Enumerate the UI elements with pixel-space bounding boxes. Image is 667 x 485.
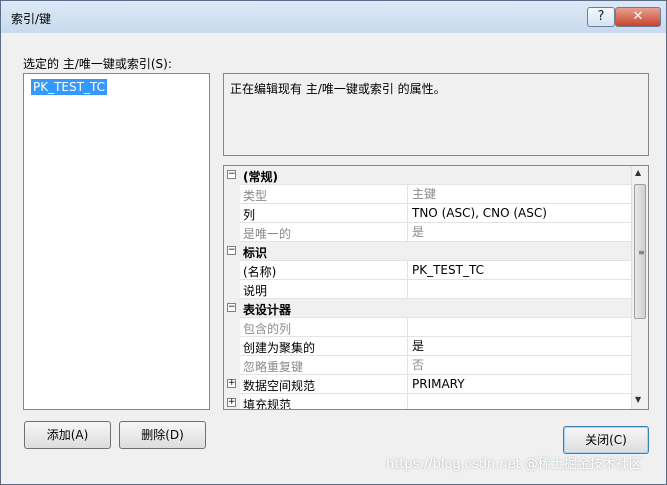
selected-keys-label: 选定的 主/唯一键或索引(S): xyxy=(23,57,172,71)
grid-gutter xyxy=(224,280,240,299)
key-list[interactable]: PK_TEST_TC xyxy=(23,73,210,410)
grid-property-row[interactable]: 是唯一的 是 xyxy=(224,223,631,242)
grid-property-value[interactable]: TNO (ASC), CNO (ASC) xyxy=(407,204,627,223)
grid-gutter xyxy=(224,337,240,356)
collapse-icon[interactable]: − xyxy=(227,303,236,312)
grid-property-name: 创建为聚集的 xyxy=(243,341,316,355)
window-title: 索引/键 xyxy=(11,12,52,26)
grid-property-row[interactable]: 忽略重复键 否 xyxy=(224,356,631,375)
grid-category-row[interactable]: − 标识 xyxy=(224,242,631,261)
grid-property-row[interactable]: (名称) PK_TEST_TC xyxy=(224,261,631,280)
description-text: 正在编辑现有 主/唯一键或索引 的属性。 xyxy=(230,82,446,96)
title-bar: 索引/键 ? ✕ xyxy=(1,1,666,33)
add-button[interactable]: 添加(A) xyxy=(24,421,111,449)
grid-property-name: 类型 xyxy=(243,189,268,203)
grid-category-name: 标识 xyxy=(243,246,268,260)
grid-property-value[interactable]: PRIMARY xyxy=(407,375,627,394)
key-list-item[interactable]: PK_TEST_TC xyxy=(31,79,107,95)
grid-category-row[interactable]: − 表设计器 xyxy=(224,299,631,318)
grid-gutter xyxy=(224,185,240,204)
collapse-icon[interactable]: − xyxy=(227,246,236,255)
grid-gutter xyxy=(224,204,240,223)
expand-icon[interactable]: + xyxy=(227,379,236,388)
grid-property-value[interactable]: 是 xyxy=(407,223,627,242)
expand-icon[interactable]: + xyxy=(227,398,236,407)
grid-property-value[interactable]: 主键 xyxy=(407,185,627,204)
grid-property-name: (名称) xyxy=(243,265,277,279)
grid-property-name: 列 xyxy=(243,208,256,222)
grid-property-name: 忽略重复键 xyxy=(243,360,304,374)
grid-category-row[interactable]: − (常规) xyxy=(224,166,631,185)
grid-category-name: 表设计器 xyxy=(243,303,292,317)
window-close-button[interactable]: ✕ xyxy=(615,7,661,27)
grid-property-value[interactable]: 否 xyxy=(407,356,627,375)
watermark: https://blog.csdn.net @稀土掘金技术社区 xyxy=(386,457,642,472)
scroll-down-arrow-icon[interactable]: ▼ xyxy=(635,395,641,404)
grid-property-value[interactable] xyxy=(407,394,627,409)
scroll-thumb[interactable]: ≡ xyxy=(634,184,646,319)
help-button[interactable]: ? xyxy=(587,7,615,27)
grid-property-row[interactable]: 说明 xyxy=(224,280,631,299)
grid-gutter xyxy=(224,261,240,280)
grid-gutter xyxy=(224,356,240,375)
description-panel: 正在编辑现有 主/唯一键或索引 的属性。 xyxy=(223,73,649,156)
grip-icon: ≡ xyxy=(638,248,645,257)
close-button[interactable]: 关闭(C) xyxy=(563,426,649,454)
grid-property-name: 包含的列 xyxy=(243,322,292,336)
collapse-icon[interactable]: − xyxy=(227,170,236,179)
grid-property-row[interactable]: + 填充规范 xyxy=(224,394,631,410)
grid-gutter xyxy=(224,223,240,242)
grid-property-name: 填充规范 xyxy=(243,398,292,410)
grid-property-row[interactable]: + 数据空间规范 PRIMARY xyxy=(224,375,631,394)
delete-button[interactable]: 删除(D) xyxy=(119,421,206,449)
grid-property-value[interactable]: 是 xyxy=(407,337,627,356)
grid-property-row[interactable]: 列 TNO (ASC), CNO (ASC) xyxy=(224,204,631,223)
property-grid[interactable]: + 填充规范 + 数据空间规范 PRIMARY 忽略重复键否创建为聚集的是包含的列 − 表设计… xyxy=(223,165,649,410)
grid-property-name: 数据空间规范 xyxy=(243,379,316,393)
grid-gutter xyxy=(224,318,240,337)
grid-property-row[interactable]: 类型 主键 xyxy=(224,185,631,204)
index-keys-dialog: 索引/键 ? ✕ 选定的 主/唯一键或索引(S): PK_TEST_TC 正在编… xyxy=(0,0,667,485)
grid-property-value[interactable]: PK_TEST_TC xyxy=(407,261,627,280)
property-grid-scrollbar[interactable]: ▲ ≡ ▼ xyxy=(631,166,648,409)
grid-property-name: 说明 xyxy=(243,284,268,298)
grid-category-name: (常规) xyxy=(243,170,278,184)
grid-property-name: 是唯一的 xyxy=(243,227,292,241)
grid-property-value[interactable] xyxy=(407,280,627,299)
grid-property-row[interactable]: 包含的列 xyxy=(224,318,631,337)
scroll-up-arrow-icon[interactable]: ▲ xyxy=(635,168,641,177)
grid-property-row[interactable]: 创建为聚集的 是 xyxy=(224,337,631,356)
grid-property-value[interactable] xyxy=(407,318,627,337)
